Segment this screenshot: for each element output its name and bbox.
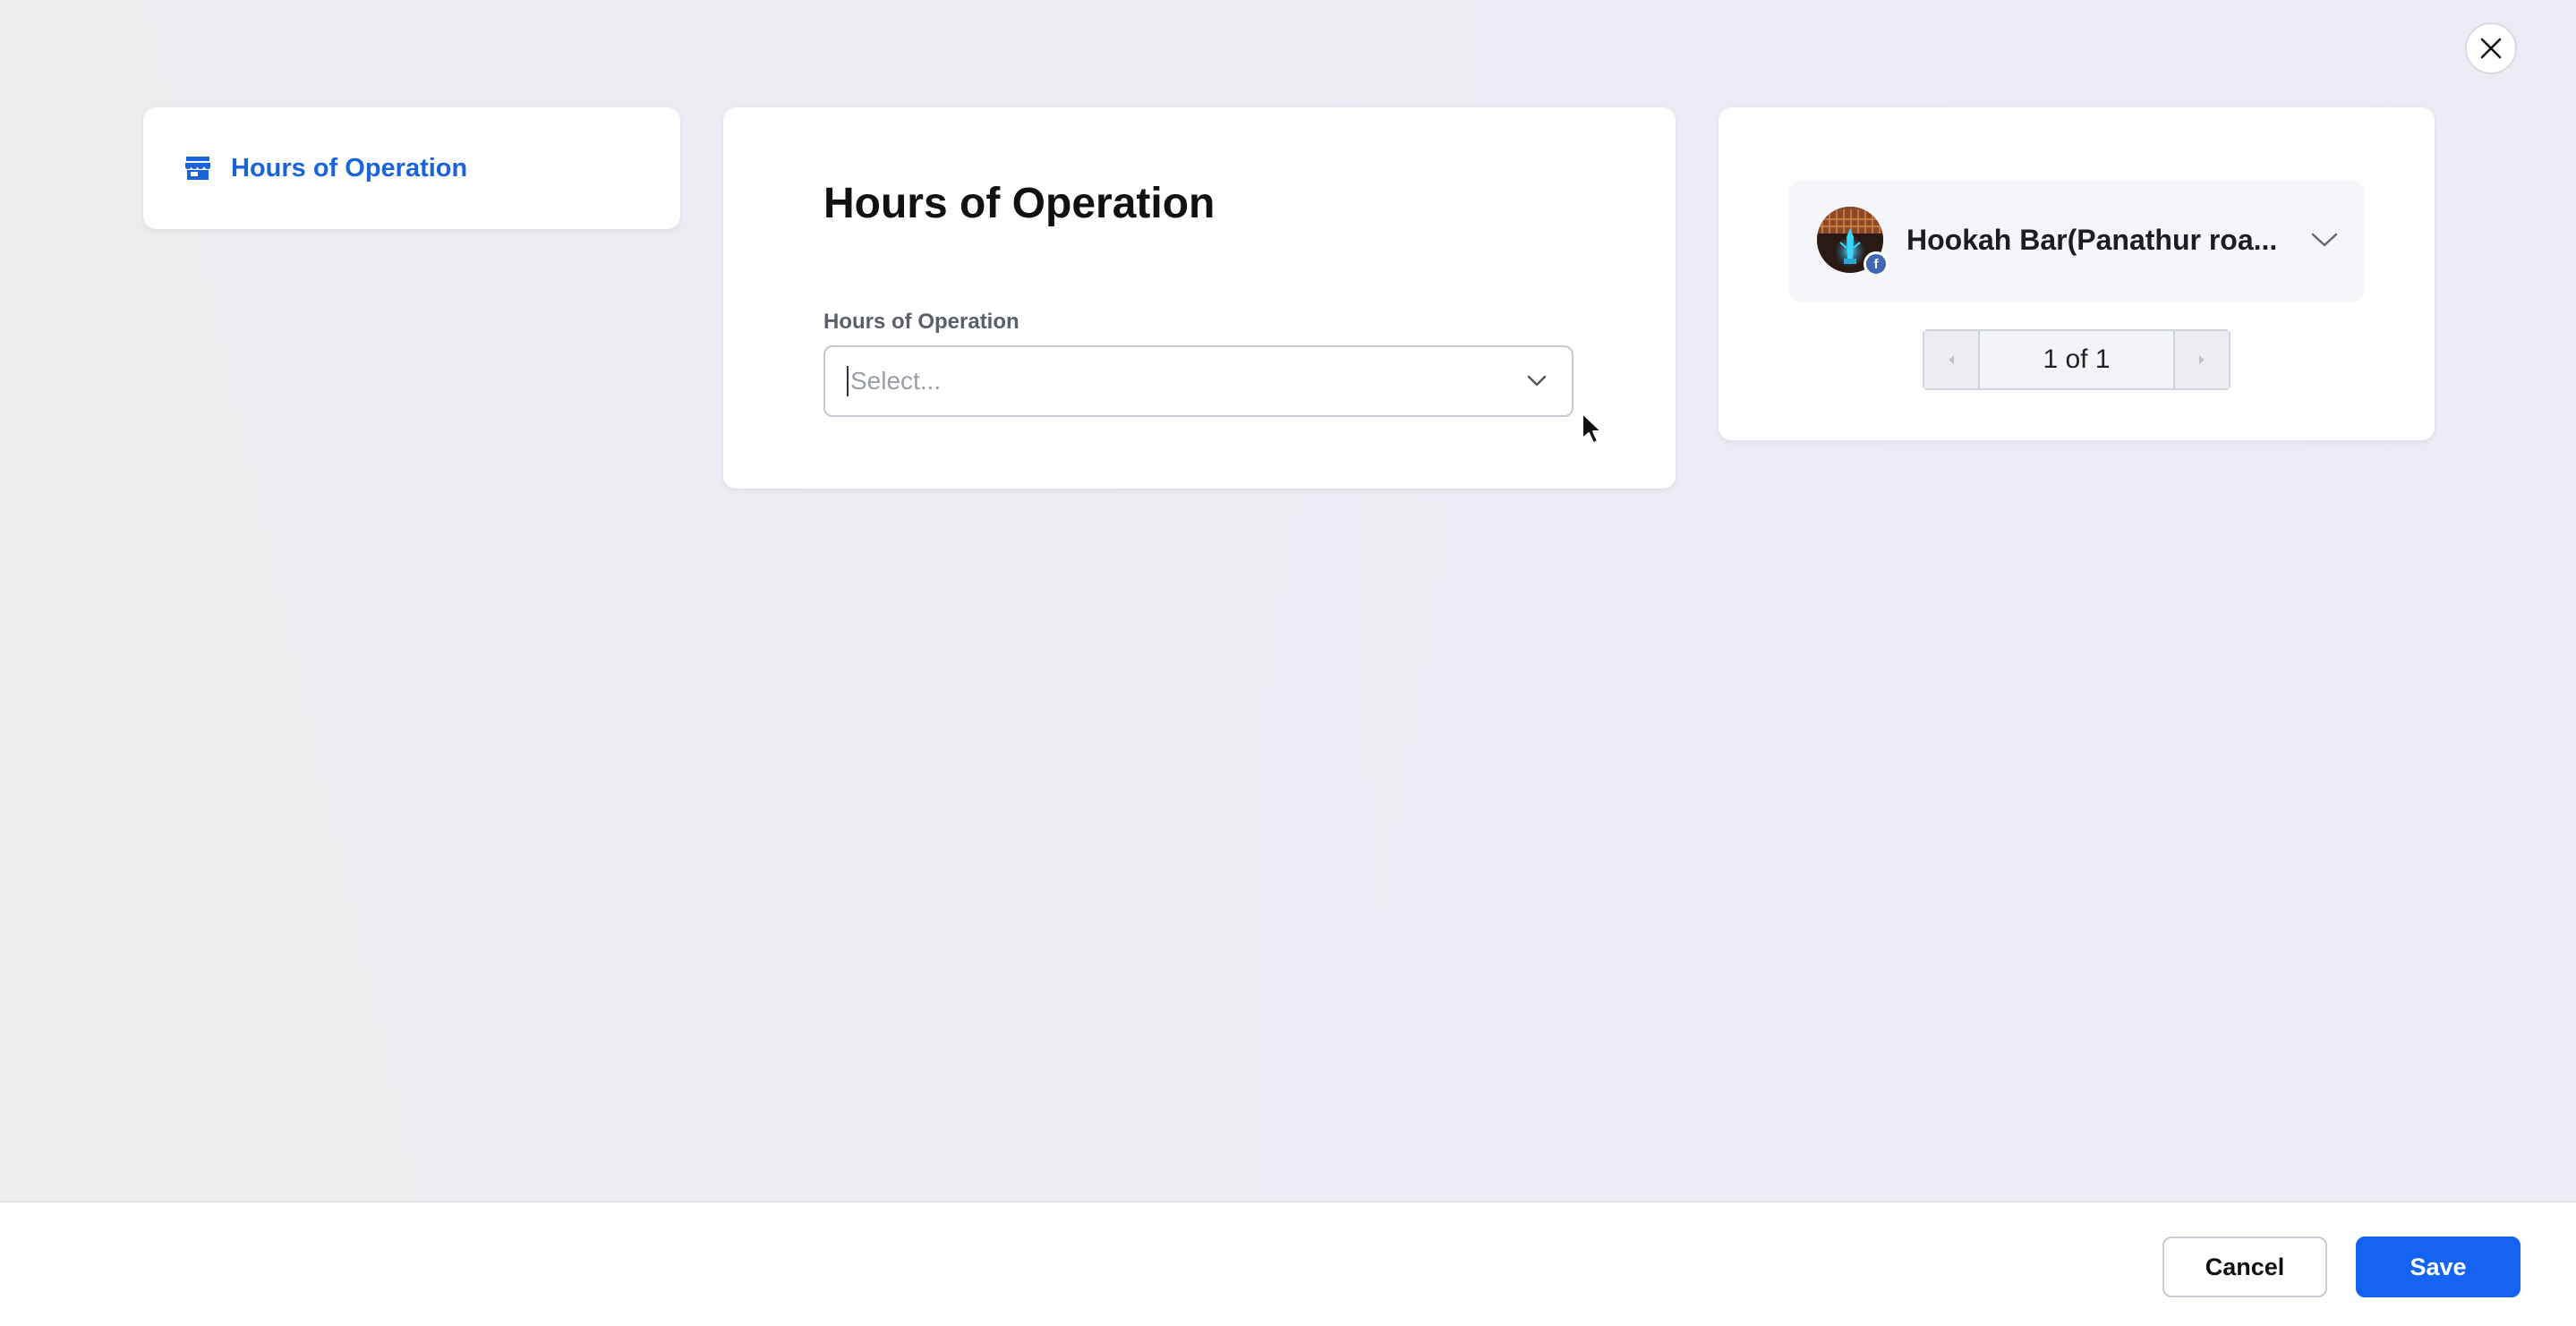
form-card: Hours of Operation Hours of Operation Se… [723,107,1676,489]
footer-bar: Cancel Save [0,1201,2576,1326]
close-button[interactable] [2465,22,2517,74]
account-selector[interactable]: f Hookah Bar(Panathur roa... [1790,181,2363,299]
avatar: f [1817,207,1889,276]
text-caret [847,366,849,396]
facebook-icon: f [1864,251,1889,276]
page-title: Hours of Operation [823,180,1215,227]
caret-left-icon [1949,355,1954,364]
caret-right-icon [2199,355,2205,364]
chevron-down-icon [2311,233,2338,247]
preview-pager: 1 of 1 [1923,329,2231,390]
mouse-pointer-icon [1582,412,1602,444]
storefront-icon [185,157,210,180]
pager-count: 1 of 1 [1980,331,2173,388]
hours-field-label: Hours of Operation [823,310,1019,334]
account-name: Hookah Bar(Panathur roa... [1906,223,2278,256]
save-button[interactable]: Save [2356,1237,2521,1297]
section-nav-card: Hours of Operation [143,107,680,229]
pager-prev-button[interactable] [1924,331,1980,388]
hours-of-operation-select[interactable]: Select... [823,345,1574,417]
chevron-down-icon [1527,375,1547,387]
pager-next-button[interactable] [2173,331,2229,388]
select-placeholder: Select... [850,367,942,395]
nav-item-hours-of-operation[interactable]: Hours of Operation [184,147,467,190]
nav-item-label: Hours of Operation [231,153,468,183]
close-icon [2480,38,2502,59]
cancel-button[interactable]: Cancel [2162,1237,2327,1297]
preview-card: f Hookah Bar(Panathur roa... 1 of 1 [1719,107,2435,440]
